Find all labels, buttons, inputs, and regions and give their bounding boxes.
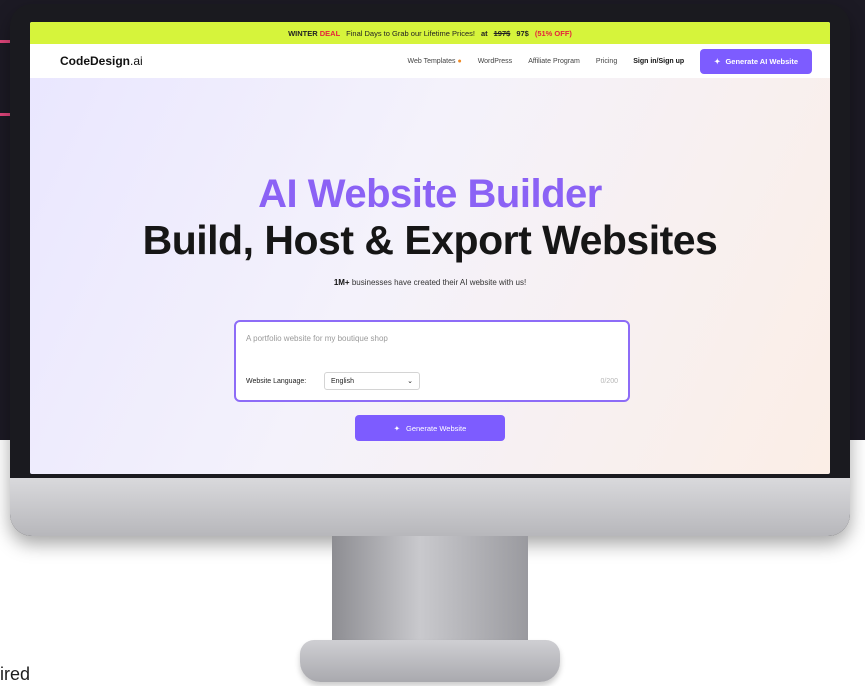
chevron-down-icon: ⌄ — [407, 378, 413, 385]
website-language-value: English — [331, 377, 354, 385]
monitor-stand-base — [300, 640, 560, 682]
website-language-label: Website Language: — [246, 378, 307, 385]
hero-title-line2: Build, Host & Export Websites — [142, 217, 718, 263]
nav-link-web-templates-label: Web Templates — [407, 57, 456, 65]
nav-link-wordpress[interactable]: WordPress — [478, 58, 513, 65]
monitor-stand-neck — [332, 536, 528, 646]
promo-deal-word: DEAL — [319, 28, 341, 38]
promo-deal-prefix: WINTER — [288, 28, 318, 38]
promo-deal-label: WINTER DEAL — [288, 29, 340, 38]
generate-website-label: Generate Website — [405, 423, 467, 433]
logo-main: CodeDesign — [60, 54, 131, 68]
promo-old-price: 197$ — [493, 28, 511, 38]
generate-ai-website-label: Generate AI Website — [725, 56, 798, 66]
generate-ai-website-button[interactable]: ✦ Generate AI Website — [700, 48, 812, 74]
sparkle-icon: ✦ — [393, 423, 400, 433]
cropped-caption-text: ired — [0, 664, 31, 684]
promo-at: at — [480, 28, 488, 38]
logo-suffix: .ai — [130, 54, 143, 68]
monitor-chin — [10, 478, 850, 536]
promo-message: Final Days to Grab our Lifetime Prices! — [346, 28, 475, 38]
site-logo[interactable]: CodeDesign.ai — [60, 54, 143, 68]
prompt-input-box[interactable]: A portfolio website for my boutique shop… — [234, 320, 630, 402]
hero-title-line1: AI Website Builder — [258, 172, 602, 216]
fire-icon: ● — [457, 57, 462, 65]
promo-banner[interactable]: WINTER DEAL Final Days to Grab our Lifet… — [30, 22, 830, 44]
sparkle-icon: ✦ — [714, 56, 721, 66]
hero-subtitle: 1M+ businesses have created their AI web… — [30, 278, 830, 287]
hero-subtitle-text: businesses have created their AI website… — [351, 278, 527, 287]
nav-link-pricing[interactable]: Pricing — [596, 58, 617, 65]
generate-website-button[interactable]: ✦ Generate Website — [355, 415, 505, 441]
character-counter: 0/200 — [600, 378, 618, 385]
promo-new-price: 97$ — [516, 28, 529, 38]
prompt-input-placeholder[interactable]: A portfolio website for my boutique shop — [246, 334, 388, 343]
signin-link[interactable]: Sign in/Sign up — [633, 58, 684, 65]
website-language-select[interactable]: English ⌄ — [324, 372, 420, 390]
nav-link-web-templates[interactable]: Web Templates ● — [408, 58, 462, 65]
top-nav: CodeDesign.ai Web Templates ● WordPress … — [30, 44, 830, 78]
nav-links: Web Templates ● WordPress Affiliate Prog… — [408, 48, 812, 74]
promo-discount: (51% OFF) — [534, 28, 572, 38]
nav-link-affiliate[interactable]: Affiliate Program — [528, 58, 580, 65]
monitor-screen: WINTER DEAL Final Days to Grab our Lifet… — [30, 22, 830, 474]
hero-subtitle-count: 1M+ — [333, 278, 350, 287]
